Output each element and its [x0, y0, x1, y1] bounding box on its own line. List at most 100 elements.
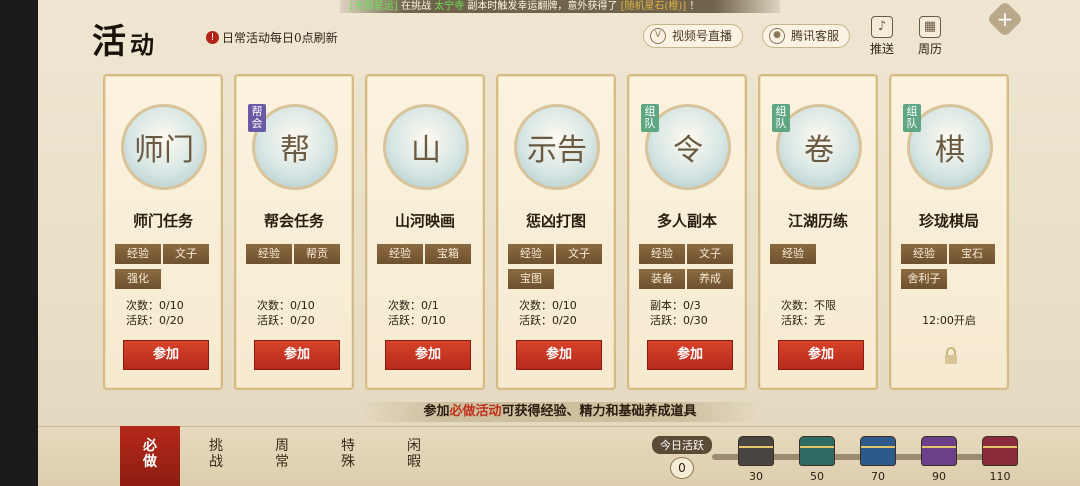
chest-threshold: 110	[989, 470, 1011, 483]
card-stats: 次数：0/10 活跃：0/20	[126, 298, 184, 328]
hint-prefix: 参加	[423, 404, 450, 419]
card-badge: 组队	[903, 104, 921, 132]
hint-suffix: 可获得经验、精力和基础养成道具	[501, 404, 697, 419]
join-button[interactable]: 参加	[778, 340, 864, 370]
category-tab[interactable]: 特殊	[318, 426, 378, 486]
reward-tag: 舍利子	[901, 269, 947, 289]
reward-tag: 经验	[639, 244, 685, 264]
stat-line: 次数：0/1	[388, 299, 439, 312]
stat-line: 次数：0/10	[519, 299, 577, 312]
reward-tag: 经验	[901, 244, 947, 264]
tab-char: 做	[143, 454, 157, 470]
reward-tags: 经验 帮贡	[246, 242, 346, 267]
tab-char: 闲	[407, 438, 421, 454]
activity-card[interactable]: 示告 惩凶打图 经验 文子宝图 次数：0/10 活跃：0/20 参加	[496, 74, 616, 390]
chest-lid	[861, 437, 895, 448]
card-title: 师门任务	[132, 212, 193, 230]
card-badge: 帮会	[248, 104, 266, 132]
stat-line: 活跃：0/20	[519, 314, 577, 327]
card-title: 惩凶打图	[525, 212, 586, 230]
video-channel-icon: V	[650, 28, 666, 44]
open-time: 12:00开启	[922, 314, 976, 327]
page-title: 活动	[92, 14, 158, 63]
activity-card[interactable]: 山山河映画 经验 宝箱 次数：0/1 活跃：0/10 参加	[365, 74, 485, 390]
stat-line: 活跃：0/20	[126, 314, 184, 327]
join-button[interactable]: 参加	[123, 340, 209, 370]
hint-highlight: 必做活动	[449, 404, 502, 419]
calendar-button[interactable]: ▦ 周历	[910, 16, 950, 57]
ticker-text-b: 副本时触发幸运翻牌，意外获得了	[467, 1, 618, 12]
reward-tag: 宝箱	[425, 244, 471, 264]
reward-chest-icon[interactable]	[860, 436, 896, 466]
service-icon: ●	[769, 28, 785, 44]
activity-card[interactable]: 组队令多人副本 经验 文子装备 养成 副本：0/3 活跃：0/30 参加	[627, 74, 747, 390]
reward-tag: 经验	[770, 244, 816, 264]
video-live-label: 视频号直播	[672, 29, 733, 43]
ticker-end: ！	[689, 1, 700, 12]
close-button[interactable]: +	[986, 0, 1024, 38]
activity-card[interactable]: 帮会帮帮会任务 经验 帮贡 次数：0/10 活跃：0/20 参加	[234, 74, 354, 390]
card-image-glyph: 师门	[134, 133, 194, 168]
join-button[interactable]: 参加	[647, 340, 733, 370]
join-button[interactable]: 参加	[254, 340, 340, 370]
customer-service-button[interactable]: ● 腾讯客服	[762, 24, 851, 48]
refresh-notice: ! 日常活动每日0点刷新	[206, 29, 338, 46]
card-title: 珍珑棋局	[918, 212, 979, 230]
category-tab[interactable]: 闲暇	[384, 426, 444, 486]
card-badge: 组队	[641, 104, 659, 132]
card-stats: 次数：0/10 活跃：0/20	[257, 298, 315, 328]
card-image-glyph: 示告	[527, 133, 587, 168]
tab-char: 战	[209, 454, 223, 470]
chest-lid	[922, 437, 956, 448]
reward-tag: 宝图	[508, 269, 554, 289]
daily-activity-value: 0	[670, 457, 694, 479]
card-image-glyph: 令	[673, 133, 703, 168]
reward-chest-icon[interactable]	[921, 436, 957, 466]
calendar-icon: ▦	[919, 16, 941, 38]
ticker-text-a: 在挑战	[401, 1, 431, 12]
reward-tag: 经验	[246, 244, 292, 264]
tab-char: 殊	[341, 454, 355, 470]
activity-card[interactable]: 师门师门任务经验 文子强化次数：0/10 活跃：0/20 参加	[103, 74, 223, 390]
join-button[interactable]: 参加	[516, 340, 602, 370]
category-tab[interactable]: 周常	[252, 426, 312, 486]
reward-chest-icon[interactable]	[982, 436, 1018, 466]
card-image-glyph: 卷	[804, 133, 834, 168]
card-stats: 次数：不限 活跃：无	[781, 298, 836, 328]
chest-threshold: 30	[749, 470, 763, 483]
stat-line: 次数：不限	[781, 299, 836, 312]
ticker-prefix: [天赐星运]	[350, 1, 398, 12]
activity-card[interactable]: 组队卷江湖历练 经验 次数：不限 活跃：无 参加	[758, 74, 878, 390]
system-ticker: [天赐星运] 在挑战 太宁寺 副本时触发幸运翻牌，意外获得了 [随机星石(橙)]…	[340, 0, 780, 13]
chest-threshold: 90	[932, 470, 946, 483]
reward-tag: 宝石	[949, 244, 995, 264]
reward-tag: 经验	[115, 244, 161, 264]
chest-lid	[983, 437, 1017, 448]
card-title: 江湖历练	[787, 212, 848, 230]
chest-threshold: 70	[871, 470, 885, 483]
card-stats: 副本：0/3 活跃：0/30	[650, 298, 708, 328]
wanted-poster-icon: 示告	[514, 104, 600, 190]
join-button[interactable]: 参加	[385, 340, 471, 370]
category-tab[interactable]: 必做	[120, 426, 180, 486]
reward-chest-icon[interactable]	[738, 436, 774, 466]
push-button[interactable]: ♪ 推送	[862, 16, 902, 57]
landscape-painting-icon: 山	[383, 104, 469, 190]
category-tab[interactable]: 挑战	[186, 426, 246, 486]
reward-tag: 养成	[687, 269, 733, 289]
reward-tag: 文子	[687, 244, 733, 264]
reward-tag: 装备	[639, 269, 685, 289]
stat-line: 活跃：0/10	[388, 314, 446, 327]
video-live-button[interactable]: V 视频号直播	[643, 24, 744, 48]
card-image-glyph: 山	[411, 133, 441, 168]
activity-card[interactable]: 组队棋珍珑棋局 经验 宝石舍利子 12:00开启	[889, 74, 1009, 390]
chest-lid	[739, 437, 773, 448]
reward-chest-icon[interactable]	[799, 436, 835, 466]
chest-threshold: 50	[810, 470, 824, 483]
reward-tag: 强化	[115, 269, 161, 289]
reward-tags: 经验 文子装备 养成	[639, 242, 739, 292]
reward-tag: 文子	[163, 244, 209, 264]
stat-line: 活跃：0/30	[650, 314, 708, 327]
reward-hint: 参加必做活动可获得经验、精力和基础养成道具	[360, 402, 760, 422]
tab-char: 特	[341, 438, 355, 454]
